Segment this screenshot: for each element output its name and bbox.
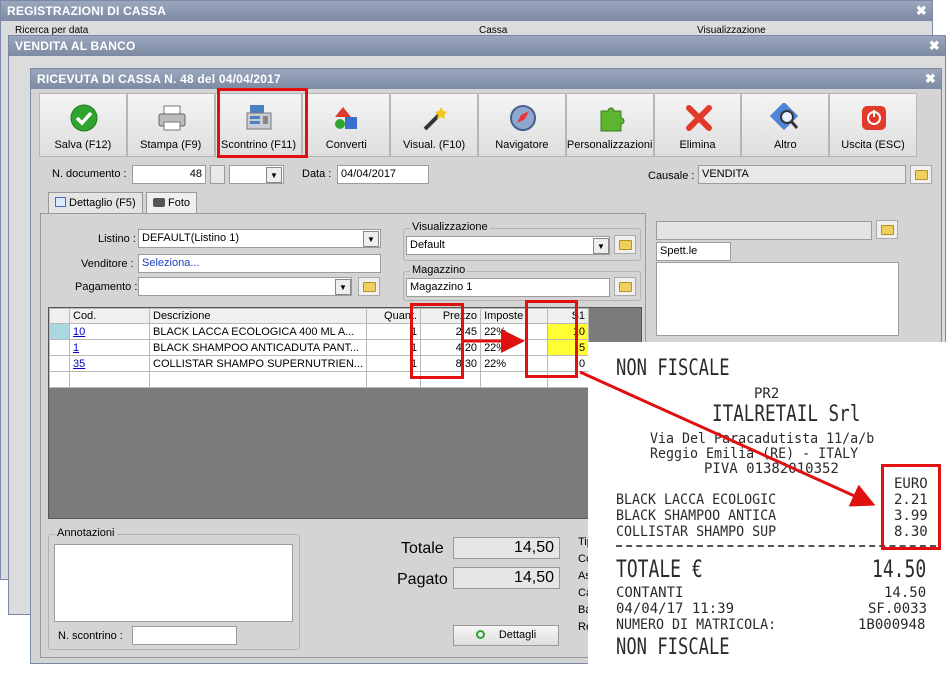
annotation-arrows bbox=[464, 329, 876, 507]
arrow-to-receipt bbox=[579, 370, 876, 507]
